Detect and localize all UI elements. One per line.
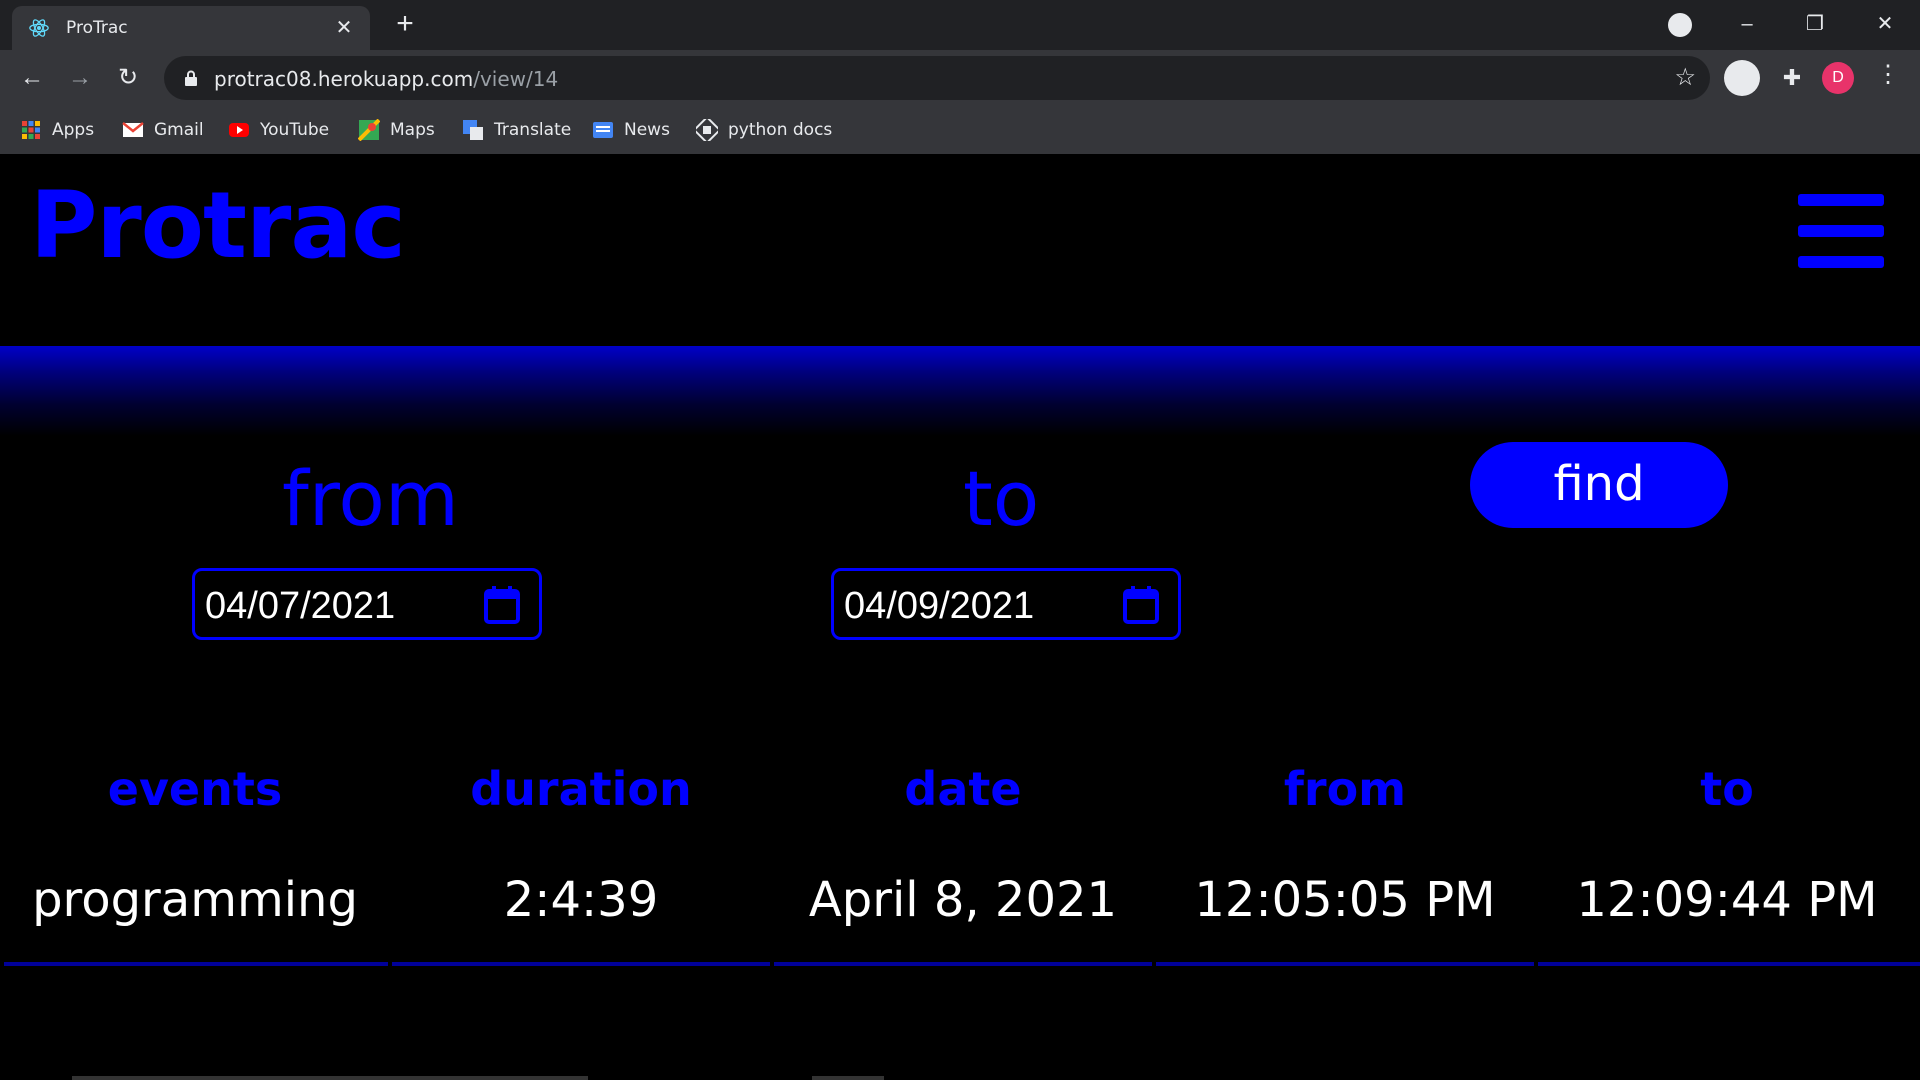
bookmark-label: python docs	[728, 120, 833, 140]
react-icon	[29, 19, 49, 37]
row-divider	[774, 962, 1152, 966]
lock-icon	[185, 70, 197, 86]
row-divider	[392, 962, 770, 966]
url-path: /view/14	[473, 67, 559, 91]
bookmark-label: Maps	[390, 120, 435, 140]
to-date-value: 04/09/2021	[844, 585, 1035, 627]
youtube-icon	[229, 123, 249, 137]
hamburger-menu-icon[interactable]	[1798, 194, 1884, 268]
bookmarks-bar: Apps Gmail YouTube Maps Translate News p…	[0, 106, 1920, 154]
scrollbar-segment	[812, 1076, 884, 1080]
minimize-icon[interactable]: –	[1732, 10, 1762, 40]
to-label: to	[963, 454, 1040, 543]
row-divider	[1538, 962, 1920, 966]
bookmark-label: YouTube	[260, 120, 330, 140]
horizontal-scrollbar[interactable]	[72, 1076, 588, 1080]
bookmark-translate[interactable]: Translate	[462, 116, 571, 144]
cell-duration: 2:4:39	[503, 872, 659, 928]
browser-tab[interactable]: ProTrac ✕	[12, 6, 370, 50]
from-label: from	[282, 454, 459, 543]
news-icon	[593, 122, 613, 138]
app-logo[interactable]: Protrac	[30, 172, 406, 279]
row-divider	[1156, 962, 1534, 966]
address-bar[interactable]: protrac08.herokuapp.com/view/14 ☆	[164, 56, 1710, 100]
bookmark-label: Gmail	[154, 120, 204, 140]
profile-avatar[interactable]: D	[1822, 62, 1854, 94]
bookmark-label: Translate	[494, 120, 572, 140]
apps-grid-icon	[22, 121, 40, 139]
row-divider	[4, 962, 388, 966]
from-date-input[interactable]: 04/07/2021	[192, 568, 542, 640]
header-glow-divider	[0, 346, 1920, 436]
from-date-value: 04/07/2021	[205, 585, 396, 627]
column-header-from: from	[1283, 762, 1407, 816]
bookmark-python-docs[interactable]: python docs	[696, 116, 832, 144]
back-arrow-icon[interactable]: ←	[16, 62, 48, 94]
url-text[interactable]: protrac08.herokuapp.com/view/14	[214, 67, 558, 91]
python-docs-icon	[696, 119, 718, 141]
puzzle-icon[interactable]: ✚	[1774, 60, 1810, 96]
bookmark-news[interactable]: News	[592, 116, 670, 144]
browser-toolbar: ← → ↻ protrac08.herokuapp.com/view/14 ☆ …	[0, 50, 1920, 106]
column-header-duration: duration	[470, 762, 692, 816]
column-header-events: events	[107, 762, 283, 816]
column-header-to: to	[1700, 762, 1754, 816]
reload-icon[interactable]: ↻	[112, 62, 144, 94]
kebab-menu-icon[interactable]: ⋮	[1876, 60, 1900, 89]
find-button[interactable]: find	[1470, 442, 1728, 528]
bookmark-youtube[interactable]: YouTube	[228, 116, 329, 144]
url-host: protrac08.herokuapp.com	[214, 67, 474, 91]
bookmark-label: News	[624, 120, 670, 140]
window-close-icon[interactable]: ✕	[1870, 10, 1900, 40]
bookmark-apps[interactable]: Apps	[20, 116, 94, 144]
cell-date: April 8, 2021	[808, 872, 1118, 928]
tab-search-icon[interactable]	[1668, 13, 1692, 37]
maps-icon	[358, 119, 380, 141]
calendar-icon[interactable]	[1122, 585, 1160, 625]
bookmark-gmail[interactable]: Gmail	[122, 116, 204, 144]
new-tab-button[interactable]: +	[390, 9, 420, 40]
bookmark-label: Apps	[52, 120, 95, 140]
tab-title: ProTrac	[66, 18, 128, 38]
browser-tab-bar: ProTrac ✕ + – ❐ ✕	[0, 0, 1920, 50]
column-header-date: date	[904, 762, 1022, 816]
extension-icon[interactable]	[1724, 60, 1760, 96]
cell-event: programming	[32, 872, 358, 928]
cell-from: 12:05:05 PM	[1194, 872, 1496, 928]
translate-icon	[463, 120, 483, 140]
cell-to: 12:09:44 PM	[1576, 872, 1878, 928]
bookmark-maps[interactable]: Maps	[358, 116, 435, 144]
forward-arrow-icon[interactable]: →	[64, 62, 96, 94]
to-date-input[interactable]: 04/09/2021	[831, 568, 1181, 640]
bookmark-star-icon[interactable]: ☆	[1674, 66, 1696, 90]
restore-icon[interactable]: ❐	[1800, 10, 1830, 40]
page-content: Protrac from to 04/07/2021 04/09/2021 fi…	[0, 154, 1920, 1080]
gmail-icon	[122, 122, 144, 137]
calendar-icon[interactable]	[483, 585, 521, 625]
close-tab-icon[interactable]: ✕	[332, 16, 356, 40]
